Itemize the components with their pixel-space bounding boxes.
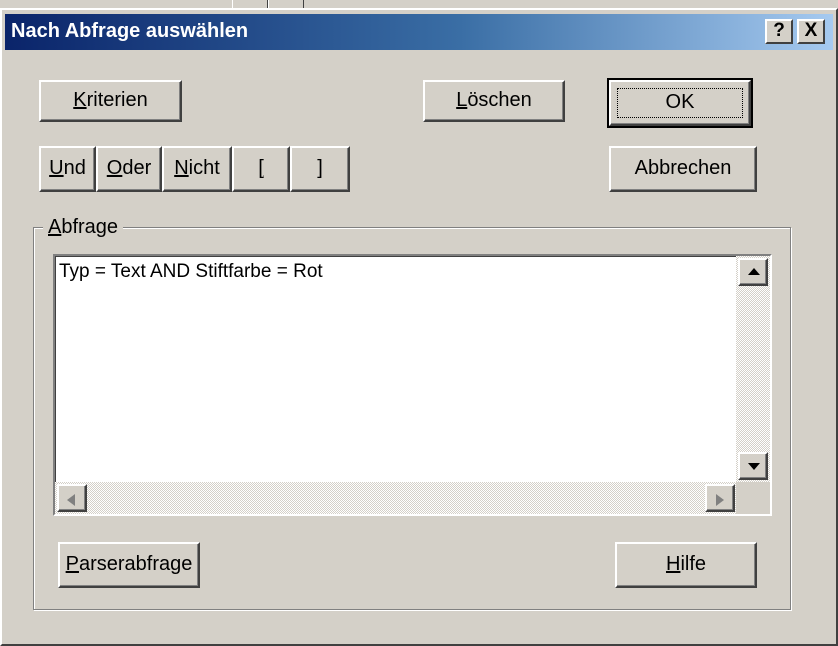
loeschen-button[interactable]: Löschen [423, 80, 565, 122]
kriterien-button[interactable]: Kriterien [39, 80, 182, 122]
scroll-down-arrow-icon [748, 463, 760, 470]
query-label-mnemonic: A [48, 216, 62, 238]
scrollbar-corner [736, 482, 770, 514]
oder-mnemonic: O [106, 157, 123, 179]
und-button[interactable]: Und [39, 146, 96, 192]
loeschen-mnemonic: L [456, 89, 468, 111]
oder-label: der [122, 157, 152, 179]
hilfe-button[interactable]: Hilfe [615, 542, 757, 588]
scroll-left-arrow-icon [67, 494, 75, 506]
parserabfrage-button[interactable]: Parserabfrage [58, 542, 200, 588]
focus-rectangle [617, 88, 743, 118]
loeschen-label: öschen [467, 89, 532, 111]
parserabfrage-mnemonic: P [65, 553, 79, 575]
und-label: nd [63, 157, 86, 179]
hilfe-label: ilfe [680, 553, 707, 575]
title-bar: Nach Abfrage auswählen ? X [5, 14, 833, 50]
scroll-left-button[interactable] [57, 484, 87, 512]
kriterien-label: riterien [86, 89, 148, 111]
und-mnemonic: U [49, 157, 64, 179]
abbrechen-label: Abbrechen [634, 157, 732, 179]
open-bracket-label: [ [258, 157, 264, 179]
scroll-down-button[interactable] [738, 452, 768, 480]
help-title-button[interactable]: ? [765, 19, 793, 44]
query-textarea[interactable]: Typ = Text AND Stiftfarbe = Rot [53, 254, 772, 516]
ok-button[interactable]: OK [607, 78, 753, 128]
oder-button[interactable]: Oder [96, 146, 162, 192]
close-button[interactable]: X [797, 19, 825, 44]
window-title: Nach Abfrage auswählen [11, 20, 249, 42]
horizontal-scrollbar[interactable] [55, 482, 736, 514]
scroll-up-button[interactable] [738, 258, 768, 286]
scroll-right-button[interactable] [705, 484, 735, 512]
abbrechen-button[interactable]: Abbrechen [609, 146, 757, 192]
scroll-right-arrow-icon [716, 494, 724, 506]
open-bracket-button[interactable]: [ [232, 146, 290, 192]
close-bracket-label: ] [317, 157, 323, 179]
query-label-text: bfrage [61, 216, 119, 238]
nicht-label: icht [188, 157, 220, 179]
close-bracket-button[interactable]: ] [290, 146, 350, 192]
parserabfrage-label: arserabfrage [78, 553, 193, 575]
nicht-button[interactable]: Nicht [162, 146, 232, 192]
nicht-mnemonic: N [174, 157, 189, 179]
kriterien-mnemonic: K [73, 89, 87, 111]
scroll-up-arrow-icon [748, 268, 760, 275]
query-group-label: Abfrage [43, 216, 124, 239]
vertical-scrollbar[interactable] [736, 256, 770, 482]
hilfe-mnemonic: H [665, 553, 681, 575]
query-text[interactable]: Typ = Text AND Stiftfarbe = Rot [59, 261, 323, 283]
